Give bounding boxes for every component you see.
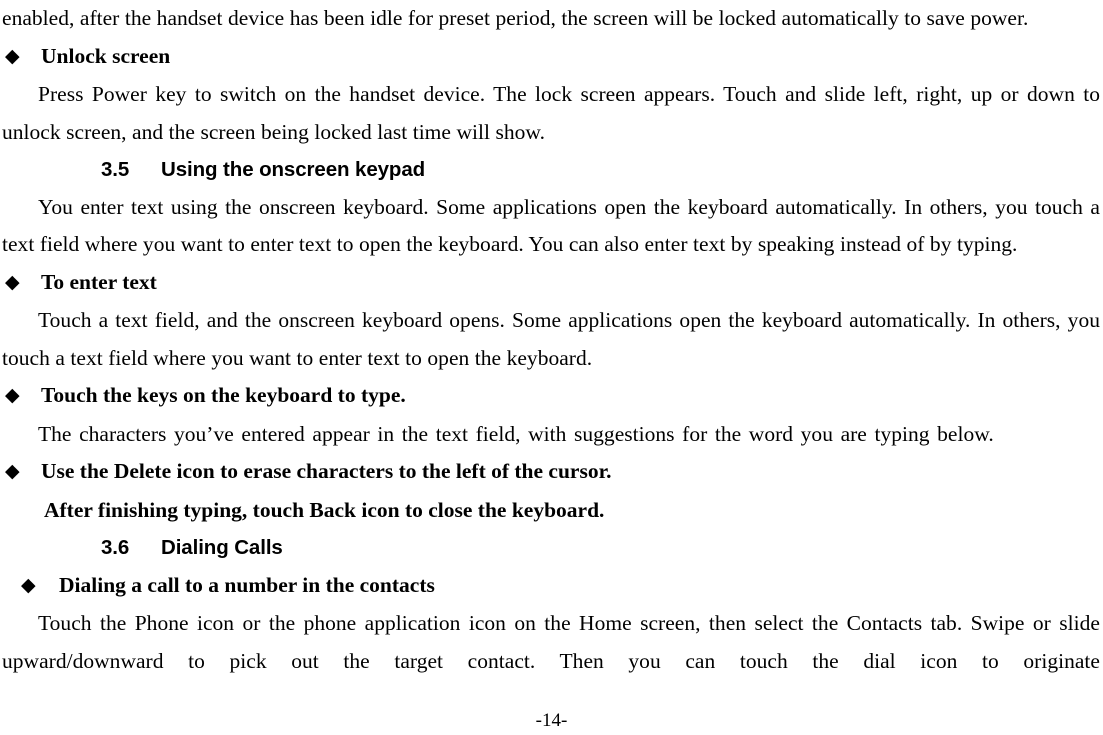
keypad-intro-paragraph: You enter text using the onscreen keyboa… — [2, 194, 1100, 257]
delete-icon-heading: Use the Delete icon to erase characters … — [41, 459, 612, 483]
unlock-screen-body: Press Power key to switch on the handset… — [2, 82, 1100, 144]
dialing-contacts-body: Touch the Phone icon or the phone applic… — [2, 611, 1100, 673]
page-number-footer: -14- — [535, 710, 568, 731]
section-title-3-5: Using the onscreen keypad — [161, 158, 426, 181]
to-enter-text-heading: To enter text — [41, 269, 157, 294]
diamond-bullet-icon: ◆ — [5, 460, 20, 482]
diamond-bullet-icon: ◆ — [21, 573, 36, 596]
intro-paragraph: enabled, after the handset device has be… — [2, 6, 1029, 30]
diamond-bullet-icon: ◆ — [5, 384, 20, 406]
bullet-to-enter-text: ◆ To enter text — [2, 264, 1100, 303]
section-number-3-5: 3.5 — [101, 158, 130, 181]
section-title-3-6: Dialing Calls — [161, 536, 283, 559]
bullet-touch-keys: ◆ Touch the keys on the keyboard to type… — [2, 377, 1100, 416]
delete-icon-continuation: After finishing typing, touch Back icon … — [44, 497, 605, 522]
touch-keys-heading: Touch the keys on the keyboard to type. — [41, 383, 406, 407]
bullet-delete-icon: ◆ Use the Delete icon to erase character… — [2, 453, 1100, 492]
bullet-dialing-contacts: ◆ Dialing a call to a number in the cont… — [2, 567, 1100, 606]
dialing-contacts-heading: Dialing a call to a number in the contac… — [59, 572, 435, 597]
section-heading-3-5: 3.5 Using the onscreen keypad — [2, 151, 1100, 189]
bullet-unlock-screen: ◆ Unlock screen — [2, 38, 1100, 77]
to-enter-text-body: Touch a text field, and the onscreen key… — [2, 308, 1100, 370]
touch-keys-body: The characters you’ve entered appear in … — [38, 421, 994, 446]
unlock-screen-heading: Unlock screen — [41, 43, 171, 68]
diamond-bullet-icon: ◆ — [5, 270, 20, 293]
diamond-bullet-icon: ◆ — [5, 44, 20, 67]
section-heading-3-6: 3.6 Dialing Calls — [2, 529, 1100, 567]
section-number-3-6: 3.6 — [101, 536, 130, 559]
document-page: enabled, after the handset device has be… — [0, 0, 1103, 735]
